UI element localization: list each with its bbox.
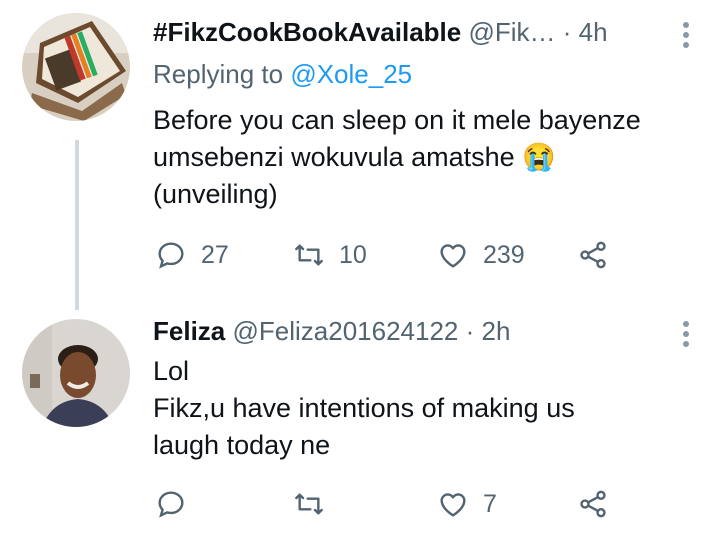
heart-icon: [440, 244, 466, 268]
tweet-text-line: umsebenzi wokuvula amatshe 😭: [153, 142, 556, 172]
tweet-2[interactable]: Feliza @Feliza201624122 · 2h Lol Fikz,u …: [0, 300, 720, 533]
retweet-button[interactable]: [293, 486, 339, 522]
tweet-time[interactable]: · 4h: [563, 17, 608, 47]
reply-to-handle[interactable]: @Xole_25: [290, 59, 412, 89]
share-button[interactable]: [577, 237, 609, 273]
tweet-text: Before you can sleep on it mele bayenze …: [153, 102, 641, 213]
reply-button[interactable]: 27: [155, 237, 229, 273]
retweet-icon: [295, 244, 323, 266]
tweet-text-line: Lol: [153, 356, 190, 386]
retweet-count: 10: [339, 240, 367, 269]
display-name[interactable]: Feliza: [153, 316, 225, 346]
heart-icon: [440, 493, 466, 517]
reply-icon: [158, 242, 184, 269]
more-vertical-icon[interactable]: [682, 317, 690, 351]
profile-photo-image: [22, 319, 130, 427]
like-button[interactable]: 239: [437, 237, 525, 273]
more-vertical-icon[interactable]: [682, 18, 690, 52]
avatar-feliza[interactable]: [22, 319, 130, 427]
thread-line: [75, 140, 79, 310]
avatar-fikz[interactable]: [22, 13, 130, 121]
display-name[interactable]: #FikzCookBookAvailable: [153, 17, 461, 47]
tweet-text-line: Fikz,u have intentions of making us: [153, 393, 575, 423]
tweet-actions: 27 10 239: [155, 237, 635, 273]
tweet-time[interactable]: · 2h: [466, 316, 511, 346]
tweet-header: #FikzCookBookAvailable @Fik… · 4h: [153, 16, 608, 48]
like-count: 239: [483, 240, 525, 269]
share-button[interactable]: [577, 486, 609, 522]
tweet-actions: 7: [155, 486, 635, 522]
reply-icon: [158, 491, 184, 518]
retweet-icon: [295, 493, 323, 515]
tweet-text-line: laugh today ne: [153, 430, 331, 460]
tweet-text: Lol Fikz,u have intentions of making us …: [153, 353, 575, 464]
tweet-text-line: (unveiling): [153, 179, 278, 209]
share-icon: [580, 241, 606, 269]
tweet-header: Feliza @Feliza201624122 · 2h: [153, 315, 510, 347]
like-button[interactable]: 7: [437, 486, 497, 522]
tweet-1[interactable]: #FikzCookBookAvailable @Fik… · 4h Replyi…: [0, 0, 720, 310]
cookbook-avatar-image: [22, 13, 130, 121]
user-handle[interactable]: @Fik…: [468, 17, 555, 47]
like-count: 7: [483, 489, 497, 518]
tweet-text-line: Before you can sleep on it mele bayenze: [153, 105, 641, 135]
replying-to: Replying to @Xole_25: [153, 58, 412, 90]
share-icon: [580, 490, 606, 518]
reply-count: 27: [201, 240, 229, 269]
replying-to-label: Replying to: [153, 59, 291, 89]
user-handle[interactable]: @Feliza201624122: [232, 316, 458, 346]
reply-button[interactable]: [155, 486, 201, 522]
retweet-button[interactable]: 10: [293, 237, 367, 273]
